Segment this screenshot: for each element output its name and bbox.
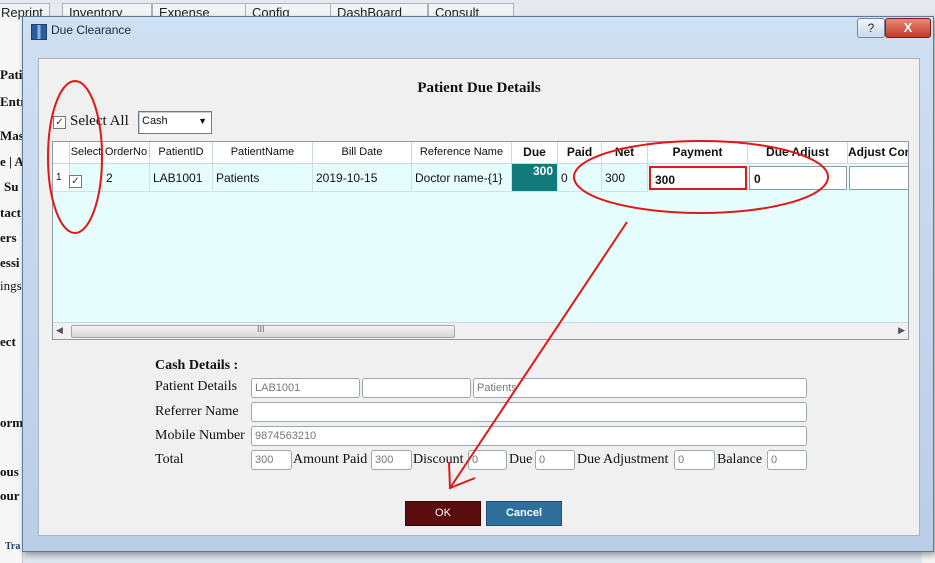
referrer-field[interactable] <box>251 402 807 422</box>
scroll-right-icon[interactable]: ▶ <box>898 325 905 336</box>
scrollbar-thumb[interactable]: III <box>71 324 455 338</box>
sidebar-item[interactable]: essi <box>0 255 22 271</box>
app-icon <box>31 24 47 40</box>
sidebar-item[interactable]: our <box>0 488 22 504</box>
sidebar-item[interactable]: e | A <box>0 154 22 170</box>
amount-paid-field[interactable]: 300 <box>371 450 412 470</box>
due-adjustment-label: Due Adjustment <box>577 452 669 467</box>
help-button[interactable]: ? <box>857 18 885 38</box>
background-sidebar: Patient Entr Maste e | A Su tact ers ess… <box>0 22 23 563</box>
column-header-billdate[interactable]: Bill Date <box>313 142 412 164</box>
sidebar-item[interactable]: ings <box>0 278 22 294</box>
cell-patientid: LAB1001 <box>150 164 213 192</box>
close-button[interactable]: X <box>885 18 931 38</box>
sidebar-item[interactable]: ormed <box>0 415 22 431</box>
total-field[interactable]: 300 <box>251 450 292 470</box>
column-header-patientname[interactable]: PatientName <box>213 142 313 164</box>
payment-mode-select[interactable]: Cash ▼ <box>138 111 212 134</box>
cell-reference: Doctor name-{1} <box>412 164 512 192</box>
horizontal-scrollbar[interactable]: ◀ III ▶ <box>53 322 908 339</box>
patient-details-label: Patient Details <box>155 379 238 394</box>
cell-billdate: 2019-10-15 <box>313 164 412 192</box>
total-label: Total <box>155 452 184 467</box>
due-field[interactable]: 0 <box>535 450 575 470</box>
scroll-left-icon[interactable]: ◀ <box>56 325 63 336</box>
select-all-checkbox[interactable]: ✓ <box>53 116 66 129</box>
column-header-orderno[interactable]: OrderNo <box>103 142 150 164</box>
row-select-checkbox[interactable]: ✓ <box>69 175 82 188</box>
check-icon: ✓ <box>55 117 64 128</box>
discount-field[interactable]: 0 <box>468 450 507 470</box>
sidebar-item[interactable]: Patient <box>0 67 22 83</box>
column-header-reference[interactable]: Reference Name <box>412 142 512 164</box>
column-header-patientid[interactable]: PatientID <box>150 142 213 164</box>
grid-corner <box>53 142 70 164</box>
sidebar-item[interactable]: ous <box>0 464 22 480</box>
sidebar-item[interactable]: Entr <box>0 94 22 110</box>
select-all-label: Select All <box>70 113 129 129</box>
mobile-label: Mobile Number <box>155 428 245 443</box>
dropdown-arrow-icon: ▼ <box>198 116 207 126</box>
column-header-payment[interactable]: Payment <box>648 142 748 164</box>
cell-net: 300 <box>602 164 648 192</box>
sidebar-item[interactable]: Maste <box>0 128 22 144</box>
row-number: 1 <box>53 164 70 192</box>
cell-due: 300 <box>512 164 558 192</box>
cell-paid: 0 <box>558 164 602 192</box>
scrollbar-grip: III <box>257 324 265 334</box>
column-header-adjust-con[interactable]: Adjust Con <box>848 142 908 164</box>
sidebar-item[interactable]: tact <box>0 205 22 221</box>
amount-paid-label: Amount Paid <box>293 452 368 467</box>
patient-id-field[interactable]: LAB1001 <box>251 378 360 398</box>
check-icon: ✓ <box>71 176 80 187</box>
patient-name-field[interactable]: Patients <box>473 378 807 398</box>
balance-label: Balance <box>717 452 763 467</box>
cell-patientname: Patients <box>213 164 313 192</box>
patient-mid-field[interactable] <box>362 378 471 398</box>
payment-mode-value: Cash <box>142 115 168 127</box>
balance-field[interactable]: 0 <box>767 450 807 470</box>
page-title: Patient Due Details <box>417 80 541 96</box>
sidebar-item[interactable]: ect <box>0 334 22 350</box>
cancel-button[interactable]: Cancel <box>486 501 562 526</box>
due-label: Due <box>509 452 533 467</box>
column-header-paid[interactable]: Paid <box>558 142 602 164</box>
payment-input[interactable]: 300 <box>649 166 747 190</box>
cash-details-title: Cash Details : <box>155 358 239 373</box>
due-adjust-input[interactable]: 0 <box>749 166 847 190</box>
sidebar-item[interactable]: ers <box>0 230 22 246</box>
referrer-label: Referrer Name <box>155 404 239 419</box>
column-header-select[interactable]: Select <box>70 142 103 164</box>
due-clearance-dialog: Due Clearance ? X Patient Due Details ✓ … <box>22 16 934 552</box>
column-header-due[interactable]: Due <box>512 142 558 164</box>
column-header-net[interactable]: Net <box>602 142 648 164</box>
discount-label: Discount <box>413 452 464 467</box>
column-header-due-adjust[interactable]: Due Adjust <box>748 142 848 164</box>
dialog-panel: Patient Due Details ✓ Select All Cash ▼ … <box>38 58 920 536</box>
due-adjustment-field[interactable]: 0 <box>674 450 715 470</box>
dialog-title: Due Clearance <box>51 23 132 37</box>
ok-button[interactable]: OK <box>405 501 481 526</box>
mobile-field[interactable]: 9874563210 <box>251 426 807 446</box>
due-grid: Select OrderNo PatientID PatientName Bil… <box>52 141 909 340</box>
cell-orderno: 2 <box>103 164 150 192</box>
adjust-con-input[interactable] <box>849 166 908 190</box>
